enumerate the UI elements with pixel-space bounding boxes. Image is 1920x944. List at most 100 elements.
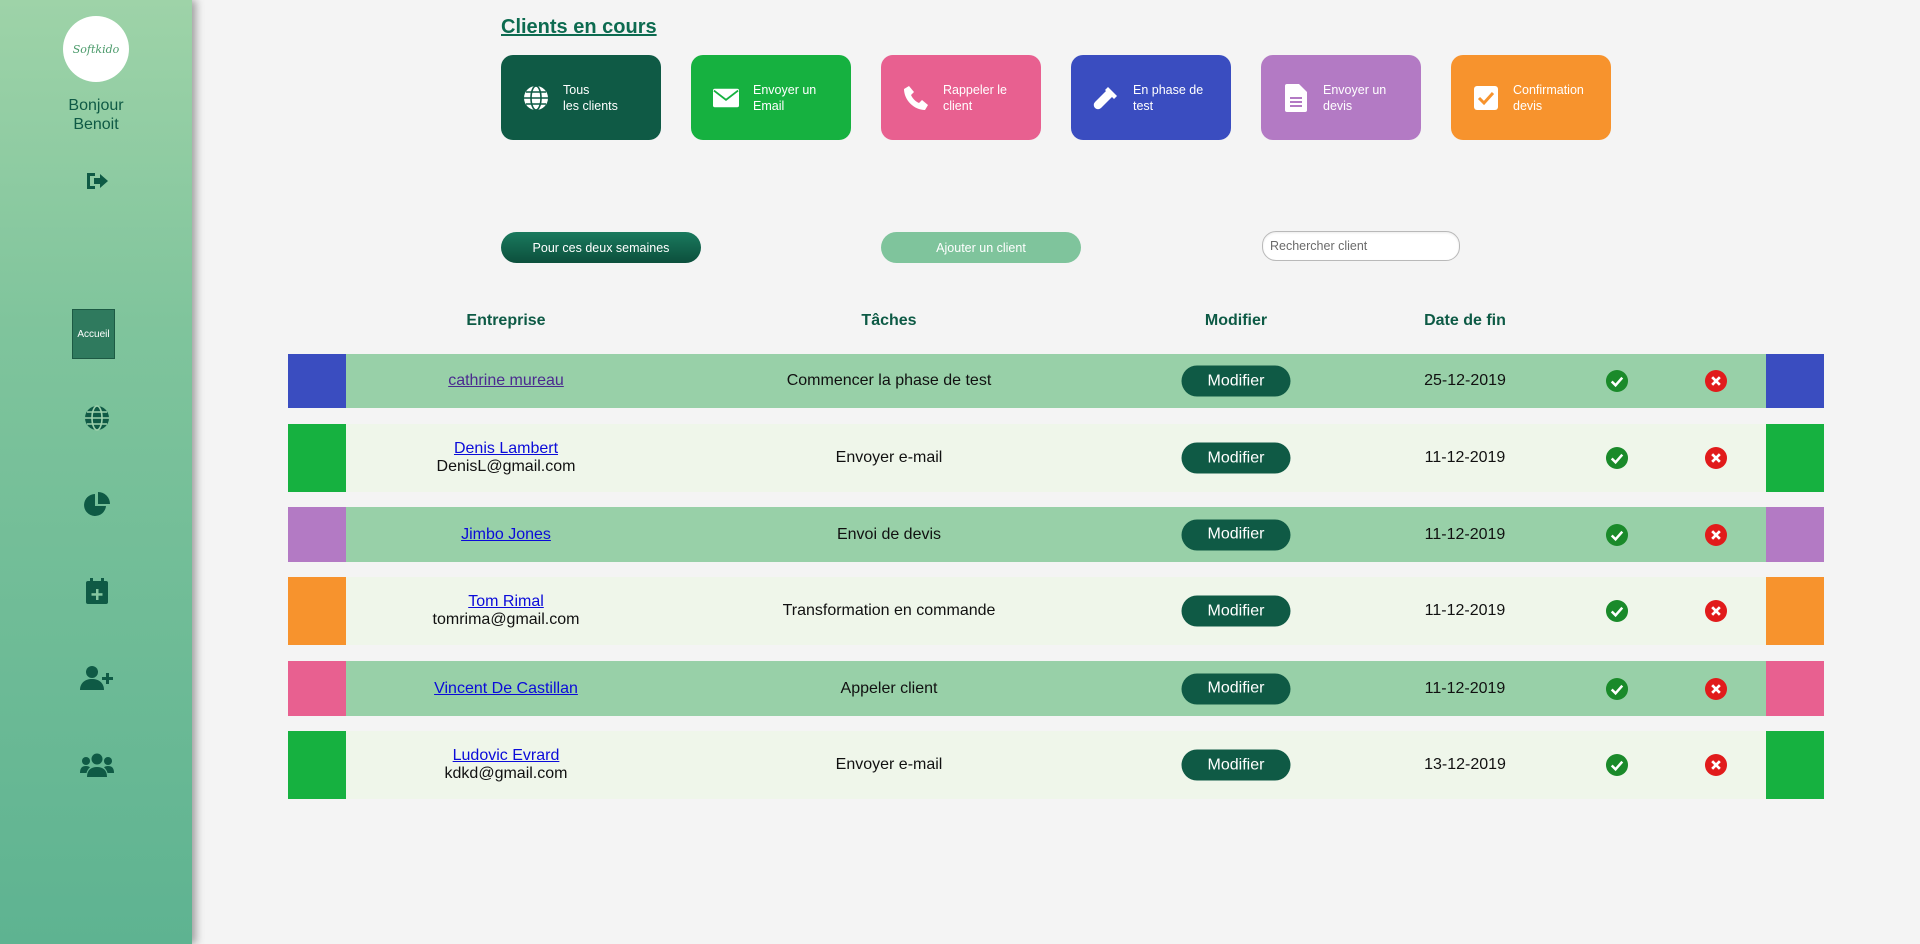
- company-link[interactable]: Tom Rimal: [433, 593, 580, 611]
- end-date-cell: 11-12-2019: [1424, 449, 1506, 466]
- status-color-swatch: [1766, 507, 1824, 562]
- filter-label: Rappeler le client: [943, 82, 1007, 113]
- end-date-cell: 13-12-2019: [1424, 756, 1506, 773]
- check-icon[interactable]: [1605, 523, 1629, 546]
- check-icon[interactable]: [1605, 369, 1629, 393]
- task-cell: Envoyer e-mail: [835, 449, 943, 466]
- logout-icon[interactable]: [80, 164, 114, 198]
- status-color-swatch: [288, 661, 346, 716]
- delete-icon[interactable]: [1704, 523, 1728, 546]
- header-company: Entreprise: [466, 312, 546, 329]
- globe-icon: [523, 84, 549, 111]
- logo-text: Softkido: [72, 42, 120, 56]
- edit-button[interactable]: Modifier: [1181, 442, 1291, 474]
- check-icon[interactable]: [1605, 753, 1629, 777]
- company-email: kdkd@gmail.com: [444, 765, 568, 782]
- edit-button[interactable]: Modifier: [1181, 749, 1291, 781]
- page-title: Clients en cours: [501, 16, 657, 38]
- filter-test-phase[interactable]: En phase de test: [1071, 55, 1231, 140]
- edit-button[interactable]: Modifier: [1181, 519, 1291, 550]
- pie-chart-icon[interactable]: [80, 488, 114, 522]
- status-color-swatch: [1766, 424, 1824, 492]
- table-row: Ludovic Evrard kdkd@gmail.com Envoyer e-ma…: [288, 731, 1824, 799]
- check-icon[interactable]: [1605, 446, 1629, 470]
- status-color-swatch: [288, 507, 346, 562]
- status-color-swatch: [1766, 354, 1824, 408]
- globe-icon[interactable]: [80, 401, 114, 435]
- sidebar: Softkido Bonjour Benoit Accueil: [0, 0, 192, 944]
- table-row: Denis Lambert DenisL@gmail.com Envoyer e-m…: [288, 424, 1824, 492]
- filter-label: En phase de test: [1133, 82, 1204, 113]
- search-input[interactable]: [1262, 231, 1460, 261]
- users-icon[interactable]: [80, 748, 114, 782]
- check-icon[interactable]: [1605, 599, 1629, 623]
- calendar-add-icon[interactable]: [80, 574, 114, 608]
- edit-button[interactable]: Modifier: [1181, 673, 1291, 704]
- filter-call-back[interactable]: Rappeler le client: [881, 55, 1041, 140]
- header-end-date: Date de fin: [1424, 312, 1506, 329]
- envelope-icon: [713, 85, 739, 111]
- logo: Softkido: [63, 16, 129, 82]
- user-name: Benoit: [73, 116, 119, 133]
- end-date-cell: 25-12-2019: [1424, 372, 1506, 389]
- table-row: Jimbo Jones Envoi de devis Modifier 11-12-2…: [288, 507, 1824, 562]
- end-date-cell: 11-12-2019: [1424, 602, 1506, 619]
- company-link[interactable]: Denis Lambert: [437, 440, 576, 458]
- two-weeks-button[interactable]: Pour ces deux semaines: [501, 232, 701, 263]
- end-date-cell: 11-12-2019: [1424, 679, 1506, 697]
- filter-all-clients[interactable]: Tous les clients: [501, 55, 661, 140]
- greeting: Bonjour Benoit: [0, 96, 192, 134]
- test-tube-icon: [1093, 85, 1119, 111]
- company-cell: Ludovic Evrard kdkd@gmail.com: [445, 747, 568, 783]
- filter-label: Envoyer un devis: [1323, 82, 1387, 113]
- add-client-button[interactable]: Ajouter un client: [881, 232, 1081, 263]
- document-icon: [1283, 83, 1309, 112]
- company-cell: Vincent De Castillan: [434, 680, 578, 698]
- task-cell: Commencer la phase de test: [786, 372, 992, 389]
- filter-label: Confirmation devis: [1513, 82, 1584, 113]
- company-link[interactable]: Vincent De Castillan: [434, 680, 578, 698]
- header-edit: Modifier: [1204, 312, 1268, 329]
- delete-icon[interactable]: [1704, 599, 1728, 623]
- edit-button[interactable]: Modifier: [1181, 595, 1291, 627]
- company-cell: Denis Lambert DenisL@gmail.com: [437, 440, 576, 476]
- task-cell: Transformation en commande: [782, 602, 996, 619]
- table-row: Vincent De Castillan Appeler client Modifi…: [288, 661, 1824, 716]
- status-color-swatch: [1766, 577, 1824, 645]
- task-cell: Appeler client: [840, 679, 938, 697]
- filter-label: Tous les clients: [563, 82, 618, 113]
- filter-send-quote[interactable]: Envoyer un devis: [1261, 55, 1421, 140]
- add-user-icon[interactable]: [80, 661, 114, 695]
- check-square-icon: [1473, 85, 1499, 111]
- delete-icon[interactable]: [1704, 446, 1728, 470]
- check-icon[interactable]: [1605, 677, 1629, 700]
- status-color-swatch: [1766, 731, 1824, 799]
- company-email: tomrima@gmail.com: [432, 611, 580, 628]
- status-color-swatch: [288, 424, 346, 492]
- greeting-line1: Bonjour: [68, 97, 124, 114]
- company-link[interactable]: Ludovic Evrard: [445, 747, 568, 765]
- filter-quote-confirmation[interactable]: Confirmation devis: [1451, 55, 1611, 140]
- status-color-swatch: [1766, 661, 1824, 716]
- filter-label: Envoyer un Email: [753, 82, 817, 113]
- sidebar-item-accueil[interactable]: Accueil: [72, 309, 115, 359]
- company-cell: cathrine mureau: [448, 372, 564, 390]
- filter-send-email[interactable]: Envoyer un Email: [691, 55, 851, 140]
- sidebar-item-label: Accueil: [77, 328, 110, 340]
- company-cell: Jimbo Jones: [461, 526, 551, 544]
- company-cell: Tom Rimal tomrima@gmail.com: [433, 593, 580, 629]
- delete-icon[interactable]: [1704, 753, 1728, 777]
- company-link[interactable]: cathrine mureau: [448, 372, 564, 390]
- end-date-cell: 11-12-2019: [1424, 525, 1506, 543]
- phone-icon: [903, 85, 929, 111]
- header-tasks: Tâches: [861, 312, 917, 329]
- company-link[interactable]: Jimbo Jones: [461, 526, 551, 544]
- table-row: cathrine mureau Commencer la phase de tes…: [288, 354, 1824, 408]
- status-color-swatch: [288, 731, 346, 799]
- row-background: [346, 507, 1766, 562]
- edit-button[interactable]: Modifier: [1181, 365, 1291, 397]
- delete-icon[interactable]: [1704, 369, 1728, 393]
- status-color-swatch: [288, 354, 346, 408]
- delete-icon[interactable]: [1704, 677, 1728, 700]
- table-row: Tom Rimal tomrima@gmail.com Transformation…: [288, 577, 1824, 645]
